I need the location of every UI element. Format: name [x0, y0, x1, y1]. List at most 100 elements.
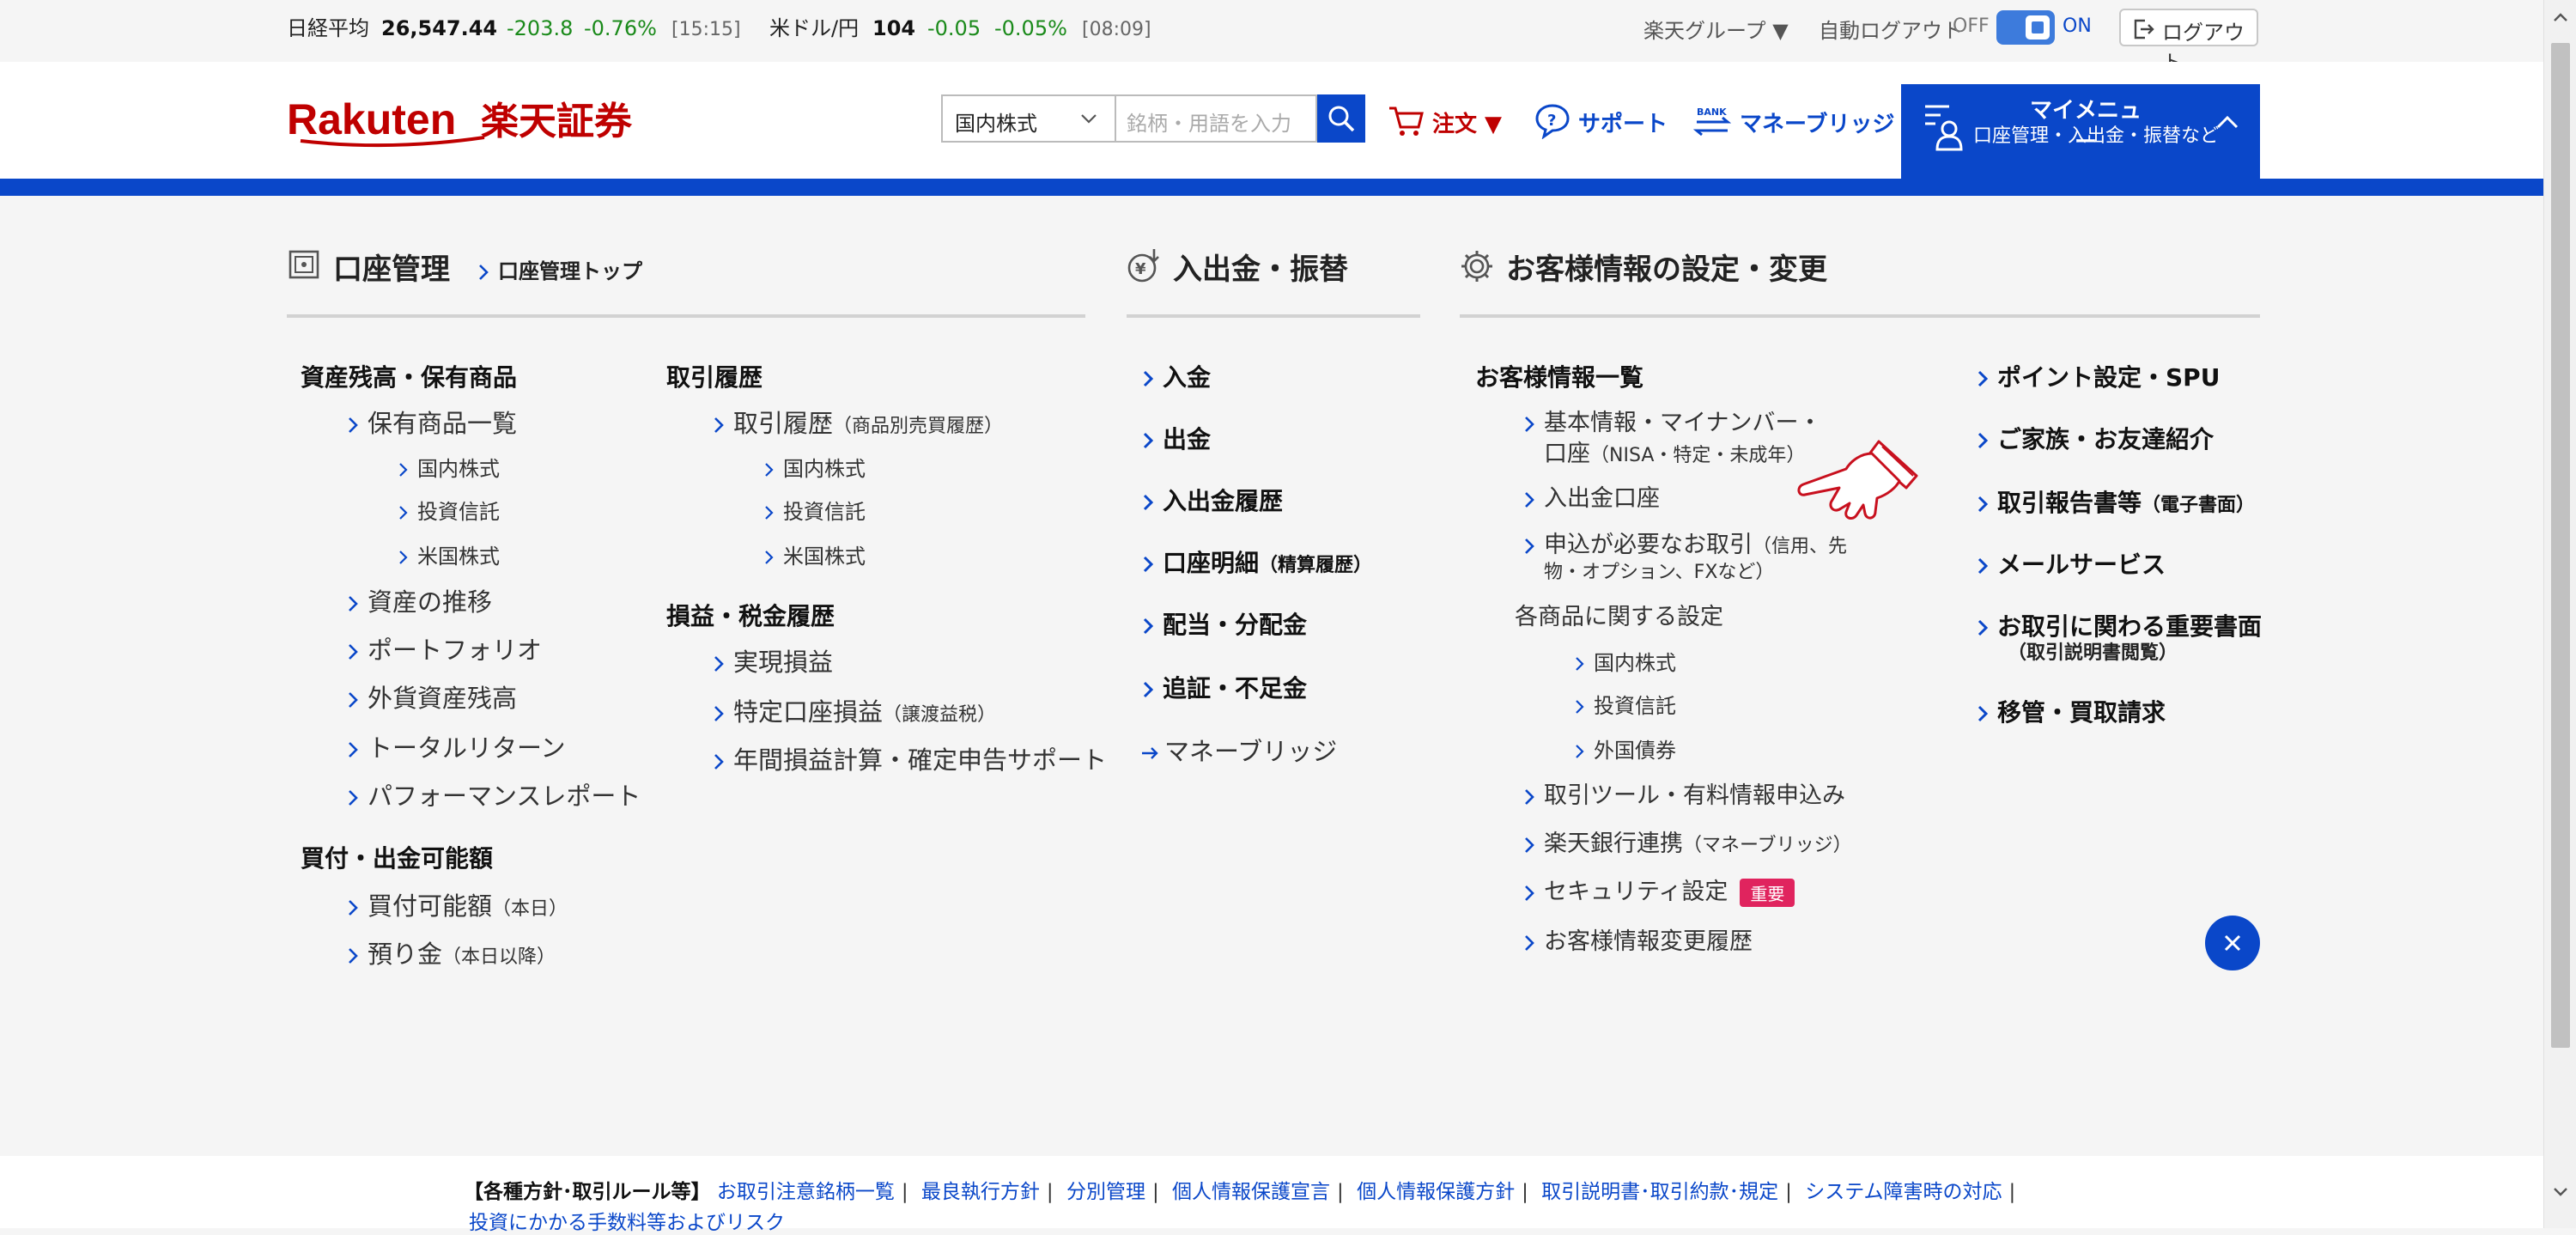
order-label: 注文 ▼	[1432, 112, 1503, 137]
chevron-right-icon	[1525, 885, 1534, 901]
section-title-account: 口座管理	[333, 252, 450, 287]
link-holdings-fund[interactable]: 投資信託	[398, 495, 500, 525]
link-portfolio[interactable]: ポートフォリオ	[347, 630, 542, 666]
scroll-down-icon[interactable]	[2552, 1185, 2569, 1199]
link-points-spu[interactable]: ポイント設定・SPU	[1977, 359, 2220, 393]
page-scrollbar[interactable]	[2543, 0, 2576, 1228]
chevron-right-icon	[349, 900, 358, 916]
footer-link[interactable]: 最良執行方針	[921, 1181, 1040, 1203]
footer-link[interactable]: 分別管理	[1066, 1181, 1145, 1203]
close-menu-button[interactable]	[2205, 916, 2260, 970]
link-rakuten-bank-link[interactable]: 楽天銀行連携（マネーブリッジ）	[1523, 824, 1852, 858]
link-history-domestic-stock[interactable]: 国内株式	[764, 452, 866, 482]
link-fx-balance[interactable]: 外貨資産残高	[347, 678, 517, 715]
chevron-right-icon	[349, 417, 358, 433]
autologout-toggle[interactable]	[1996, 10, 2055, 45]
footer-link[interactable]: 個人情報保護宣言	[1172, 1181, 1330, 1203]
search-placeholder: 銘柄・用語を入力	[1127, 112, 1291, 136]
link-label: 投資信託	[1594, 694, 1676, 718]
pointing-hand-icon	[1797, 440, 1918, 520]
link-basic-info[interactable]: 基本情報・マイナンバー・	[1523, 404, 1821, 437]
link-holdings-us-stock[interactable]: 米国株式	[398, 539, 500, 569]
link-settings-foreign-bond[interactable]: 外国債券	[1575, 733, 1676, 764]
link-margin-call[interactable]: 追証・不足金	[1142, 670, 1307, 704]
link-mail-service[interactable]: メールサービス	[1977, 546, 2166, 581]
link-important-documents-note[interactable]: （取引説明書閲覧）	[2008, 637, 2178, 665]
link-label: お客様情報変更履歴	[1544, 928, 1753, 955]
link-trade-reports[interactable]: 取引報告書等（電子書面）	[1977, 484, 2255, 519]
link-bank-account[interactable]: 入出金口座	[1523, 479, 1660, 513]
footer-link[interactable]: システム障害時の対応	[1805, 1181, 2002, 1203]
site-header: Rakuten 楽天証券 国内株式 銘柄・用語を入力 注文 ▼ ? サポート B…	[0, 62, 2543, 179]
rakuten-group-menu[interactable]: 楽天グループ ▼	[1643, 14, 1789, 44]
heading-assets-holdings: 資産残高・保有商品	[301, 363, 518, 392]
rakuten-securities-logo[interactable]: Rakuten 楽天証券	[287, 94, 647, 153]
chevron-right-icon	[1978, 432, 1989, 449]
link-holdings-list[interactable]: 保有商品一覧	[347, 404, 517, 440]
search-input[interactable]: 銘柄・用語を入力	[1115, 94, 1317, 143]
link-annual-pl-tax-return[interactable]: 年間損益計算・確定申告サポート	[713, 740, 1107, 776]
link-history-us-stock[interactable]: 米国株式	[764, 539, 866, 569]
scroll-up-icon[interactable]	[2552, 10, 2569, 24]
link-security-settings[interactable]: セキュリティ設定 重要	[1523, 873, 1795, 907]
footer-link[interactable]: お取引注意銘柄一覧	[717, 1181, 895, 1203]
chevron-right-icon	[714, 656, 724, 672]
link-account-statement[interactable]: 口座明細（精算履歴）	[1142, 544, 1372, 579]
footer-link[interactable]: 個人情報保護方針	[1357, 1181, 1515, 1203]
chevron-right-icon	[714, 417, 724, 433]
link-specific-account-pl[interactable]: 特定口座損益（譲渡益税）	[713, 692, 996, 728]
chevron-right-icon	[1576, 657, 1584, 671]
section-title-deposit: 入出金・振替	[1173, 252, 1348, 287]
link-total-return[interactable]: トータルリターン	[347, 728, 566, 764]
link-transfer-buyback[interactable]: 移管・買取請求	[1977, 694, 2166, 728]
link-buying-power[interactable]: 買付可能額（本日）	[347, 886, 568, 922]
link-holdings-domestic-stock[interactable]: 国内株式	[398, 452, 500, 482]
my-menu-button[interactable]: マイメニュー 口座管理・入出金・振替など	[1901, 84, 2260, 179]
chevron-up-icon	[2216, 115, 2239, 129]
footer-policy-links: 【各種方針･取引ルール等】 お取引注意銘柄一覧 | 最良執行方針 | 分別管理 | 個…	[464, 1181, 2016, 1203]
link-history-fund[interactable]: 投資信託	[764, 495, 866, 525]
search-button[interactable]	[1317, 94, 1365, 143]
account-top-link[interactable]: 口座管理トップ	[477, 254, 642, 284]
link-basic-info-line2[interactable]: 口座（NISA・特定・未成年）	[1544, 435, 1805, 468]
usdjpy-change: -0.05	[927, 16, 981, 40]
link-label: 買付可能額	[368, 891, 493, 921]
link-label: 外貨資産残高	[368, 684, 518, 713]
link-money-bridge[interactable]: マネーブリッジ	[1140, 732, 1337, 768]
arrow-right-icon	[1142, 747, 1158, 759]
chevron-right-icon	[1143, 681, 1154, 698]
link-family-referral[interactable]: ご家族・お友達紹介	[1977, 421, 2214, 455]
link-deposit[interactable]: 入金	[1142, 359, 1211, 393]
link-deposit-history[interactable]: 入出金履歴	[1142, 483, 1283, 517]
scrollbar-thumb[interactable]	[2551, 43, 2570, 1048]
footer-link-fees-risks[interactable]: 投資にかかる手数料等およびリスク	[469, 1212, 785, 1234]
link-settings-fund[interactable]: 投資信託	[1575, 689, 1676, 719]
search-category-select[interactable]: 国内株式	[941, 94, 1115, 143]
support-label: サポート	[1578, 112, 1668, 137]
link-trading-tools[interactable]: 取引ツール・有料情報申込み	[1523, 776, 1845, 810]
link-note: （譲渡益税）	[883, 704, 997, 726]
link-note: （マネーブリッジ）	[1683, 835, 1852, 856]
section-title-settings: お客様情報の設定・変更	[1506, 252, 1827, 287]
logo-text: Rakuten	[287, 95, 456, 143]
usdjpy-pct: -0.05%	[994, 16, 1067, 40]
link-trade-history[interactable]: 取引履歴（商品別売買履歴）	[713, 404, 1003, 440]
link-label: 楽天銀行連携	[1544, 830, 1683, 857]
link-asset-trend[interactable]: 資産の推移	[347, 582, 492, 618]
link-apply-trades-line2[interactable]: 物・オプション、FXなど）	[1544, 557, 1774, 584]
logout-button[interactable]: ログアウト	[2119, 9, 2258, 75]
chevron-right-icon	[479, 265, 489, 280]
link-settings-domestic-stock[interactable]: 国内株式	[1575, 646, 1676, 676]
link-dividends[interactable]: 配当・分配金	[1142, 606, 1307, 641]
link-change-history[interactable]: お客様情報変更履歴	[1523, 922, 1753, 956]
footer: 【各種方針･取引ルール等】 お取引注意銘柄一覧 | 最良執行方針 | 分別管理 | 個…	[0, 1156, 2543, 1234]
link-deposits[interactable]: 預り金（本日以降）	[347, 934, 556, 970]
link-realized-pl[interactable]: 実現損益	[713, 642, 833, 678]
link-withdraw[interactable]: 出金	[1142, 421, 1211, 455]
footer-link[interactable]: 取引説明書･取引約款･規定	[1541, 1181, 1778, 1203]
link-performance-report[interactable]: パフォーマンスレポート	[347, 776, 641, 812]
svg-text:?: ?	[1547, 112, 1556, 130]
safe-icon	[289, 250, 319, 279]
search-category-value: 国内株式	[955, 112, 1037, 136]
chevron-right-icon	[349, 790, 358, 806]
